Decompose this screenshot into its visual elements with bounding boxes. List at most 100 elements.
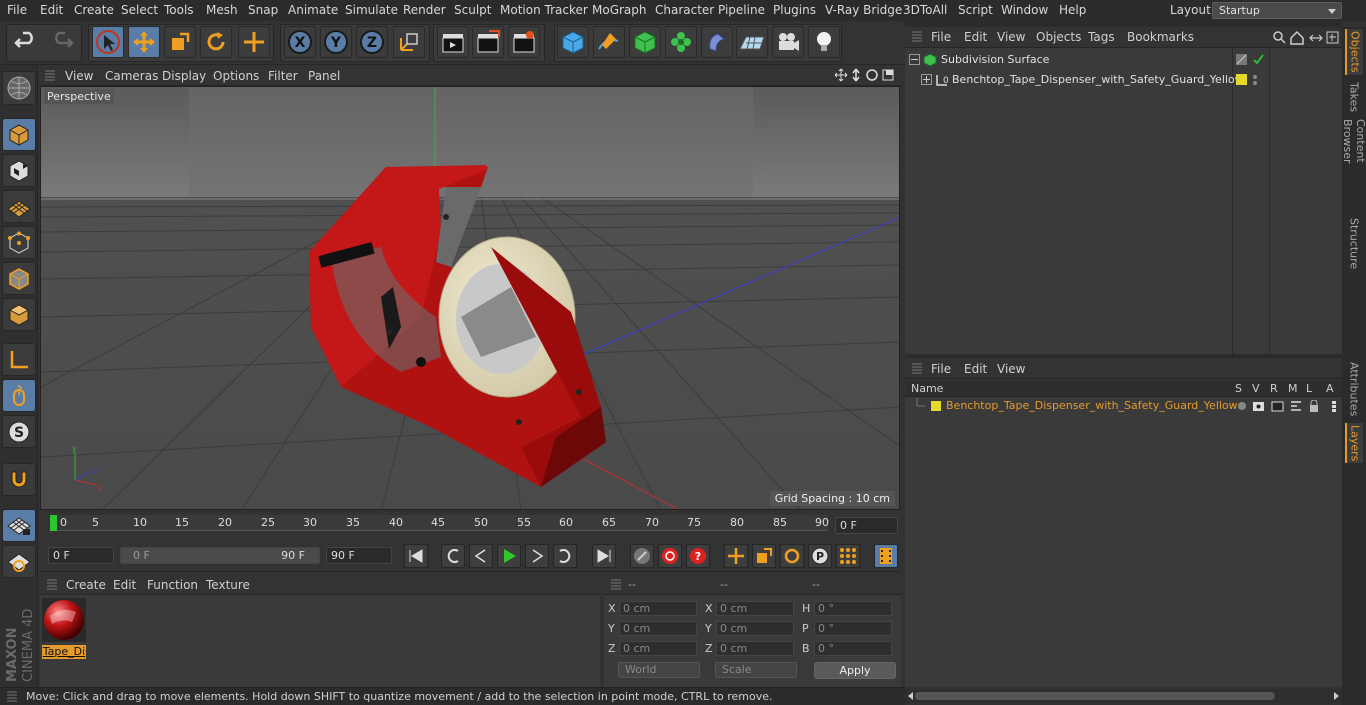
scroll-right-icon[interactable] [1332, 692, 1340, 700]
redo-button[interactable] [46, 26, 78, 58]
next-keyframe-button[interactable] [553, 544, 577, 568]
play-button[interactable] [497, 544, 521, 568]
tab-layers[interactable]: Layers [1345, 423, 1363, 463]
perspective-viewport[interactable]: y z x Perspective Grid Spacing : 10 cm [40, 86, 900, 510]
workplane-mode-button[interactable] [2, 190, 36, 223]
menu-vray-bridge[interactable]: V-Ray Bridge [825, 3, 902, 17]
tab-content-browser[interactable]: Content Browser [1341, 119, 1366, 209]
visibility-dots-icon[interactable] [1251, 73, 1259, 87]
snap-toggle-button[interactable]: S [2, 415, 36, 448]
axis-mode-button[interactable] [2, 343, 36, 376]
layer-col-solo[interactable]: S [1235, 382, 1242, 395]
cloner-button[interactable] [665, 26, 697, 58]
render-view-button[interactable] [437, 26, 469, 58]
timeline-playhead[interactable] [50, 515, 57, 531]
rot-b-field[interactable]: 0 ° [814, 641, 892, 656]
tweak-mode-button[interactable] [2, 379, 36, 412]
y-axis-lock-button[interactable]: Y [320, 26, 352, 58]
prev-keyframe-button[interactable] [441, 544, 465, 568]
object-row-dispenser[interactable]: 0 Benchtop_Tape_Dispenser_with_Safety_Gu… [905, 71, 1342, 89]
menu-select[interactable]: Select [121, 3, 158, 17]
size-y-field[interactable]: 0 cm [716, 621, 794, 636]
pos-y-field[interactable]: 0 cm [619, 621, 697, 636]
layer-color-swatch[interactable] [931, 401, 941, 411]
scale-tool-button[interactable] [164, 26, 196, 58]
key-rotation-button[interactable] [780, 544, 804, 568]
layer-row[interactable]: Benchtop_Tape_Dispenser_with_Safety_Guar… [905, 398, 1342, 416]
object-menu-edit[interactable]: Edit [964, 30, 987, 44]
size-x-field[interactable]: 0 cm [716, 601, 794, 616]
recent-tools-button[interactable] [238, 26, 270, 58]
subdivision-surface-button[interactable] [629, 26, 661, 58]
key-position-button[interactable] [724, 544, 748, 568]
menu-plugins[interactable]: Plugins [773, 3, 816, 17]
go-to-end-button[interactable] [592, 544, 616, 568]
points-mode-button[interactable] [2, 226, 36, 259]
camera-button[interactable] [772, 26, 804, 58]
object-panel-icons[interactable] [1272, 30, 1340, 46]
model-mode-button[interactable] [2, 118, 36, 151]
prev-frame-button[interactable] [469, 544, 493, 568]
rot-p-field[interactable]: 0 ° [814, 621, 892, 636]
layer-flag-toggles[interactable] [1236, 400, 1340, 414]
apply-button[interactable]: Apply [814, 662, 896, 679]
menu-3dtoall[interactable]: 3DToAll [903, 3, 947, 17]
layer-color-swatch[interactable] [1236, 74, 1247, 85]
layer-menu-edit[interactable]: Edit [964, 362, 987, 376]
object-row-subdivision[interactable]: Subdivision Surface [905, 51, 1342, 69]
material-menu-function[interactable]: Function [147, 578, 198, 592]
light-button[interactable] [808, 26, 840, 58]
layer-menu-view[interactable]: View [997, 362, 1025, 376]
floor-button[interactable] [736, 26, 768, 58]
scrollbar-thumb[interactable] [915, 692, 1275, 700]
magnet-button[interactable] [2, 463, 36, 496]
texture-mode-button[interactable] [2, 154, 36, 187]
live-select-button[interactable] [92, 26, 124, 58]
object-menu-objects[interactable]: Objects [1036, 30, 1081, 44]
menu-character[interactable]: Character [655, 3, 714, 17]
viewport-menu-cameras[interactable]: Cameras [105, 69, 158, 83]
make-editable-button[interactable] [2, 71, 36, 105]
polygons-mode-button[interactable] [2, 298, 36, 331]
current-frame-field[interactable]: 0 F [835, 517, 898, 534]
rotate-tool-button[interactable] [200, 26, 232, 58]
size-mode-select[interactable]: Scale [715, 662, 797, 678]
layer-col-visible[interactable]: V [1252, 382, 1260, 395]
object-visibility-toggles[interactable] [1236, 53, 1266, 67]
deformer-button[interactable] [701, 26, 733, 58]
workplane-rotate-button[interactable] [2, 545, 36, 578]
size-z-field[interactable]: 0 cm [716, 641, 794, 656]
render-settings-button[interactable] [508, 26, 540, 58]
coordinate-system-button[interactable] [393, 26, 425, 58]
layer-col-locked[interactable]: L [1306, 382, 1312, 395]
menu-animate[interactable]: Animate [288, 3, 338, 17]
start-frame-field[interactable]: 0 F [48, 547, 114, 564]
key-scale-button[interactable] [752, 544, 776, 568]
tab-objects[interactable]: Objects [1345, 29, 1363, 75]
pos-z-field[interactable]: 0 cm [619, 641, 697, 656]
timeline-window-button[interactable] [874, 544, 898, 568]
viewport-menu-view[interactable]: View [65, 69, 93, 83]
object-menu-view[interactable]: View [997, 30, 1025, 44]
menu-sculpt[interactable]: Sculpt [454, 3, 491, 17]
menu-tools[interactable]: Tools [164, 3, 194, 17]
expand-icon[interactable] [921, 74, 932, 85]
menu-mesh[interactable]: Mesh [206, 3, 238, 17]
move-tool-button[interactable] [128, 26, 160, 58]
frame-range-slider[interactable]: 0 F 90 F [120, 547, 320, 564]
go-to-start-button[interactable] [404, 544, 428, 568]
viewport-menu-filter[interactable]: Filter [268, 69, 298, 83]
key-pla-button[interactable] [836, 544, 860, 568]
record-keys-button[interactable] [630, 544, 654, 568]
menu-edit[interactable]: Edit [40, 3, 63, 17]
undo-button[interactable] [10, 26, 42, 58]
menu-snap[interactable]: Snap [248, 3, 278, 17]
menu-create[interactable]: Create [74, 3, 114, 17]
object-menu-tags[interactable]: Tags [1088, 30, 1115, 44]
layer-horizontal-scrollbar[interactable] [905, 689, 1342, 703]
viewport-nav-icons[interactable] [834, 68, 898, 84]
tab-takes[interactable]: Takes [1345, 79, 1363, 115]
menu-file[interactable]: File [7, 3, 27, 17]
material-menu-create[interactable]: Create [66, 578, 106, 592]
menu-simulate[interactable]: Simulate [345, 3, 398, 17]
